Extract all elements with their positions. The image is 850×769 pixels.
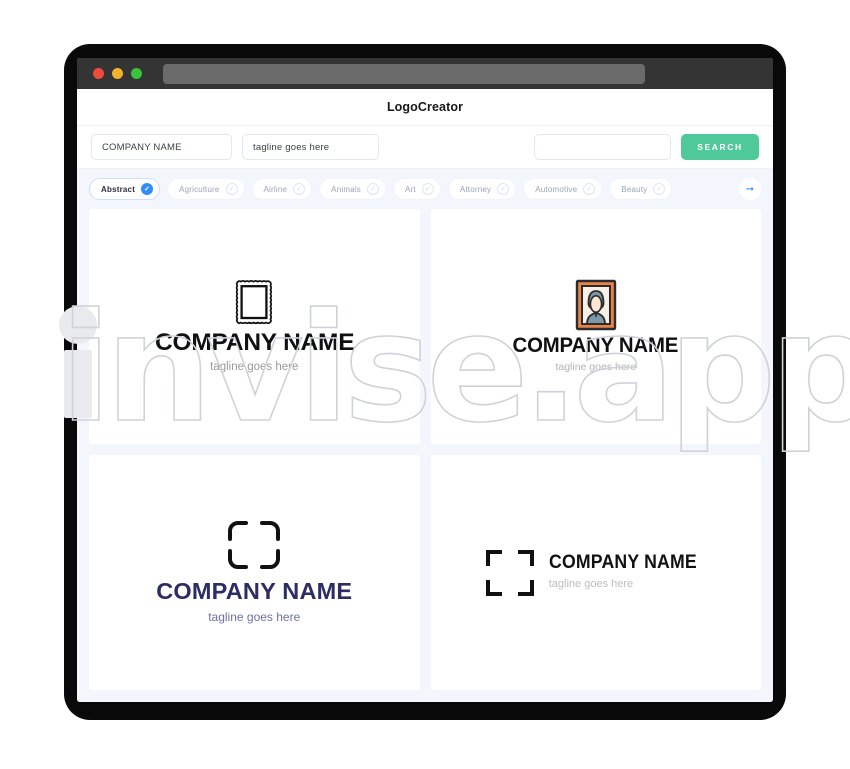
arrow-right-icon[interactable]: ➞ — [739, 178, 761, 200]
category-chip-art[interactable]: Art ✓ — [393, 178, 441, 200]
logo-company-name: COMPANY NAME — [154, 328, 355, 356]
category-chip-animals[interactable]: Animals ✓ — [319, 178, 387, 200]
category-chip-label: Attorney — [459, 184, 492, 194]
logo-result-card[interactable]: COMPANY NAME tagline goes here — [89, 209, 420, 444]
ornate-picture-frame-icon — [234, 278, 274, 326]
browser-titlebar — [77, 58, 773, 89]
maximize-window-button[interactable] — [131, 68, 142, 79]
category-chip-label: Airline — [263, 184, 288, 194]
logo-text-block: COMPANY NAME tagline goes here — [549, 553, 708, 591]
company-name-input[interactable] — [91, 134, 232, 160]
logo-text-block: COMPANY NAME tagline goes here — [154, 328, 355, 375]
check-circle-icon: ✓ — [293, 183, 306, 195]
check-circle-icon: ✓ — [497, 183, 510, 195]
category-chip-automotive[interactable]: Automotive ✓ — [523, 178, 603, 200]
category-chip-attorney[interactable]: Attorney ✓ — [447, 178, 517, 200]
rounded-crop-brackets-icon — [226, 519, 282, 571]
minimize-window-button[interactable] — [112, 68, 123, 79]
logo-results-grid: COMPANY NAME tagline goes here COMPANY N… — [77, 209, 773, 702]
portrait-photo-frame-icon — [575, 279, 617, 331]
logo-text-block: COMPANY NAME tagline goes here — [156, 578, 353, 625]
logo-tagline: tagline goes here — [210, 361, 299, 374]
logo-preview: COMPANY NAME tagline goes here — [156, 519, 352, 625]
page-title: LogoCreator — [386, 100, 464, 114]
category-chip-label: Animals — [331, 184, 362, 194]
check-circle-icon: ✓ — [421, 183, 434, 195]
tagline-input[interactable] — [242, 134, 379, 160]
app-container: LogoCreator SEARCH Abstract ✓ Agricultur… — [77, 89, 773, 702]
logo-text-block: COMPANY NAME tagline goes here — [510, 334, 681, 375]
logo-tagline: tagline goes here — [555, 360, 637, 373]
category-chip-label: Automotive — [535, 184, 578, 194]
search-toolbar: SEARCH — [77, 126, 773, 169]
logo-preview: COMPANY NAME tagline goes here — [510, 279, 681, 375]
check-circle-icon: ✓ — [141, 183, 154, 195]
category-chip-agriculture[interactable]: Agriculture ✓ — [167, 178, 245, 200]
category-chip-abstract[interactable]: Abstract ✓ — [89, 178, 161, 200]
category-chip-label: Beauty — [621, 184, 648, 194]
category-chip-label: Art — [405, 184, 416, 194]
check-circle-icon: ✓ — [583, 183, 596, 195]
logo-result-card[interactable]: COMPANY NAME tagline goes here — [89, 455, 420, 690]
address-bar[interactable] — [163, 63, 645, 84]
app-header: LogoCreator — [77, 89, 773, 126]
square-crop-brackets-icon — [484, 548, 536, 598]
logo-preview: COMPANY NAME tagline goes here — [154, 278, 355, 375]
keyword-input[interactable] — [534, 134, 671, 160]
logo-result-card[interactable]: COMPANY NAME tagline goes here — [430, 209, 761, 444]
window-controls — [93, 68, 142, 79]
logo-tagline: tagline goes here — [548, 578, 634, 591]
logo-company-name: COMPANY NAME — [156, 578, 353, 605]
search-button[interactable]: SEARCH — [681, 134, 759, 160]
check-circle-icon: ✓ — [653, 183, 666, 195]
logo-company-name: COMPANY NAME — [548, 552, 697, 574]
category-filter-bar: Abstract ✓ Agriculture ✓ Airline ✓ Anima… — [77, 169, 773, 209]
browser-device-bezel: LogoCreator SEARCH Abstract ✓ Agricultur… — [64, 44, 786, 720]
screenshot-root: LogoCreator SEARCH Abstract ✓ Agricultur… — [0, 0, 850, 769]
close-window-button[interactable] — [93, 68, 104, 79]
logo-tagline: tagline goes here — [208, 610, 301, 625]
logo-preview: COMPANY NAME tagline goes here — [484, 548, 708, 598]
category-chip-label: Agriculture — [179, 184, 220, 194]
category-chip-label: Abstract — [101, 184, 136, 194]
browser-window: LogoCreator SEARCH Abstract ✓ Agricultur… — [77, 58, 773, 702]
check-circle-icon: ✓ — [367, 183, 380, 195]
logo-result-card[interactable]: COMPANY NAME tagline goes here — [430, 455, 761, 690]
category-chip-airline[interactable]: Airline ✓ — [251, 178, 313, 200]
logo-company-name: COMPANY NAME — [512, 333, 679, 357]
category-chip-beauty[interactable]: Beauty ✓ — [609, 178, 673, 200]
check-circle-icon: ✓ — [225, 183, 238, 195]
